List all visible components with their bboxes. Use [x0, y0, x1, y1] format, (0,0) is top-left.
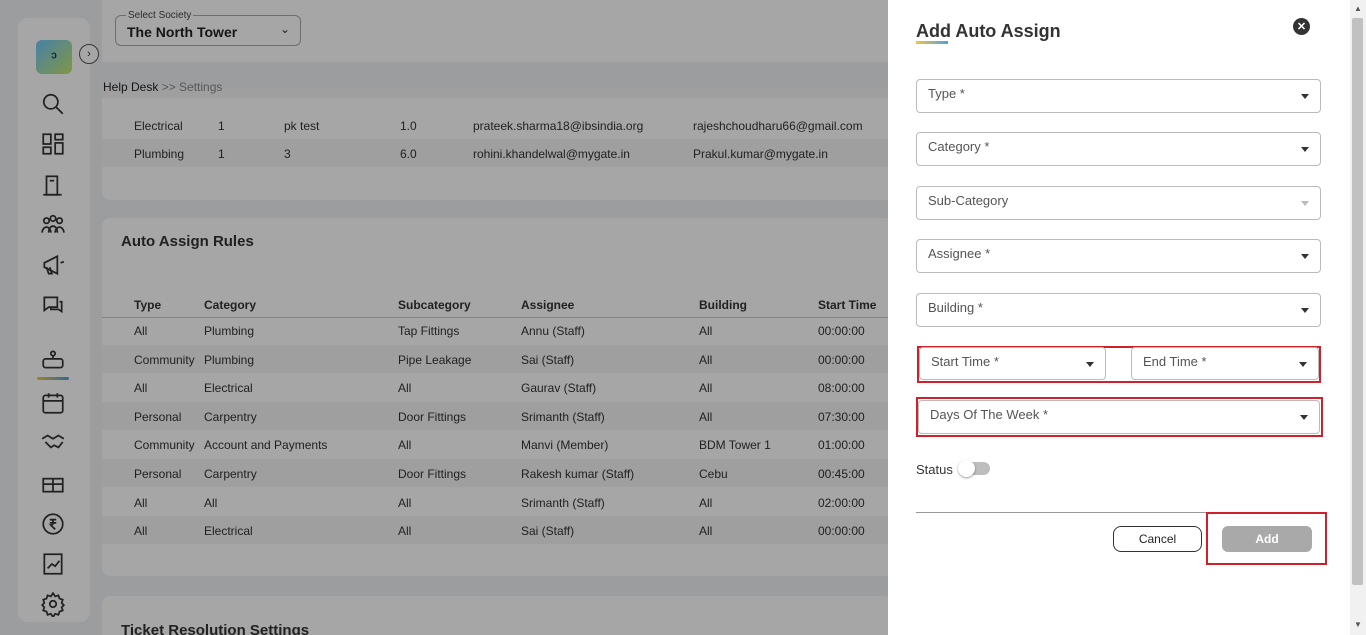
type-select-label: Type * [928, 86, 965, 101]
category-select-label: Category * [928, 139, 990, 154]
scroll-down-icon[interactable]: ▼ [1354, 620, 1362, 629]
subcategory-select[interactable]: Sub-Category [916, 186, 1321, 220]
caret-down-icon [1301, 94, 1309, 99]
caret-down-icon [1301, 254, 1309, 259]
caret-down-icon [1086, 362, 1094, 367]
days-of-week-label: Days Of The Week * [930, 407, 1049, 422]
caret-down-icon [1301, 308, 1309, 313]
cancel-button[interactable]: Cancel [1113, 526, 1202, 552]
end-time-label: End Time * [1143, 354, 1207, 369]
close-icon[interactable]: ✕ [1293, 18, 1310, 35]
start-time-select[interactable]: Start Time * [919, 347, 1106, 380]
building-select[interactable]: Building * [916, 293, 1321, 327]
scroll-thumb[interactable] [1352, 18, 1363, 585]
caret-down-icon [1299, 362, 1307, 367]
caret-down-icon [1301, 147, 1309, 152]
category-select[interactable]: Category * [916, 132, 1321, 166]
status-toggle[interactable] [958, 460, 990, 477]
assignee-select-label: Assignee * [928, 246, 991, 261]
start-time-label: Start Time * [931, 354, 999, 369]
assignee-select[interactable]: Assignee * [916, 239, 1321, 273]
days-of-week-select[interactable]: Days Of The Week * [918, 400, 1320, 434]
add-auto-assign-drawer: Add Auto Assign ✕ Type * Category * Sub-… [888, 0, 1350, 635]
status-label: Status [916, 462, 953, 477]
drawer-title: Add Auto Assign [916, 21, 1061, 41]
end-time-select[interactable]: End Time * [1131, 347, 1319, 380]
scroll-up-icon[interactable]: ▲ [1354, 4, 1362, 13]
subcategory-select-label: Sub-Category [928, 193, 1009, 208]
add-button[interactable]: Add [1222, 526, 1312, 552]
type-select[interactable]: Type * [916, 79, 1321, 113]
caret-down-icon [1301, 201, 1309, 206]
scrollbar[interactable]: ▲ ▼ [1350, 0, 1366, 635]
toggle-knob [958, 460, 975, 477]
caret-down-icon [1300, 415, 1308, 420]
title-underline [916, 41, 948, 44]
modal-backdrop[interactable] [0, 0, 888, 635]
building-select-label: Building * [928, 300, 983, 315]
